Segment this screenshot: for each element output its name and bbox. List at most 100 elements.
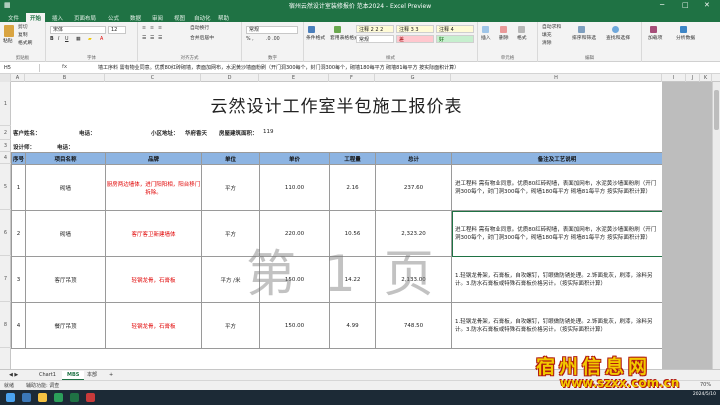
header-no[interactable]: 序号 [11,152,26,165]
cell-desc[interactable]: 进工程料 需有物业同意。优质80红砖砌墙，表面加网布，水泥黄沙墙面粉刷（开门洞3… [451,164,662,211]
app-taskbar-icon[interactable] [86,393,95,402]
header-qty[interactable]: 工程量 [329,152,376,165]
cell-total[interactable]: 237.60 [375,164,452,211]
column-header-f[interactable]: F [329,74,375,82]
align-center-icon[interactable]: ☰ [150,36,154,42]
cell-brand[interactable]: 轻钢龙骨，石膏板 [105,256,202,303]
cell-unit[interactable]: 平方 [201,302,260,349]
analyze-data-button[interactable] [680,26,687,34]
add-sheet-button[interactable]: + [104,371,118,380]
column-header-a[interactable]: A [11,74,25,82]
edge-icon[interactable] [54,393,63,402]
search-icon[interactable] [22,393,31,402]
worksheet[interactable]: 云然设计工作室半包施工报价表 客户姓名： 电话： 小区地址： 华府香天 房屋建筑… [11,82,662,369]
cell-price[interactable]: 110.00 [259,164,330,211]
merge-center-button[interactable]: 合并后居中 [190,36,214,42]
font-color-icon[interactable]: A [100,37,103,43]
cell-unit[interactable]: 平方 /米 [201,256,260,303]
italic-button[interactable]: I [58,37,59,43]
accessibility-status[interactable]: 辅助功能: 调查 [26,382,59,389]
column-header-b[interactable]: B [25,74,105,82]
cell-brand[interactable]: 客厅客卫新建墙体 [105,210,202,257]
cell-name[interactable]: 餐厅吊顶 [25,302,106,349]
address-value[interactable]: 华府香天 [185,129,207,137]
bold-button[interactable]: B [50,37,54,43]
row-header-6[interactable]: 6 [0,210,11,256]
cell-qty[interactable]: 14.22 [329,256,376,303]
fill-color-icon[interactable]: ▰ [88,37,92,43]
cell-name[interactable]: 砌墙 [25,210,106,257]
column-header-e[interactable]: E [259,74,329,82]
vertical-scrollbar[interactable] [712,82,720,369]
cell-name[interactable]: 客厅吊顶 [25,256,106,303]
customer-phone-label[interactable]: 电话： [79,129,96,137]
close-button[interactable]: ✕ [704,1,710,9]
cut-button[interactable]: 剪切 [18,25,28,31]
row-header-1[interactable]: 1 [0,82,11,126]
designer-phone-label[interactable]: 电话： [57,143,74,151]
cell-no[interactable]: 1 [11,164,26,211]
tab-data[interactable]: 数据 [126,13,145,22]
number-format-select[interactable]: 常规 [246,26,298,34]
tab-automate[interactable]: 自动化 [190,13,215,22]
select-all-corner[interactable] [0,74,11,82]
style-good[interactable]: 好 [436,35,474,43]
tab-formulas[interactable]: 公式 [104,13,123,22]
format-painter-button[interactable]: 格式刷 [18,41,32,47]
borders-icon[interactable]: ▦ [76,37,81,43]
header-item[interactable]: 项目名称 [25,152,106,165]
start-icon[interactable] [6,393,15,402]
cell-qty[interactable]: 2.16 [329,164,376,211]
style-bad[interactable]: 差 [396,35,434,43]
header-price[interactable]: 单价 [259,152,330,165]
tab-page-layout[interactable]: 页面布局 [70,13,100,22]
cell-no[interactable]: 4 [11,302,26,349]
style-note-222[interactable]: 注释 2 2 2 [356,25,394,33]
cell-no[interactable]: 3 [11,256,26,303]
cell-total[interactable]: 748.50 [375,302,452,349]
sheet-tab-benbu[interactable]: 本部 [82,371,102,380]
row-header-8[interactable]: 8 [0,302,11,348]
area-value[interactable]: 119 [263,129,274,135]
cell-total[interactable]: 2,323.20 [375,210,452,257]
sort-filter-button[interactable] [578,26,585,34]
cell-price[interactable]: 150.00 [259,302,330,349]
column-header-k[interactable]: K [700,74,712,82]
format-button[interactable] [518,26,525,34]
cell-total[interactable]: 2,133.00 [375,256,452,303]
align-bottom-icon[interactable]: ≡ [158,26,162,32]
row-header-5[interactable]: 5 [0,164,11,210]
cell-brand[interactable]: 轻钢龙骨，石膏板 [105,302,202,349]
cell-name[interactable]: 砌墙 [25,164,106,211]
tab-help[interactable]: 帮助 [214,13,233,22]
cell-unit[interactable]: 平方 [201,210,260,257]
style-note-4[interactable]: 注释 4 [436,25,474,33]
conditional-format-button[interactable] [308,26,315,34]
paste-button[interactable] [4,25,14,37]
cell-unit[interactable]: 平方 [201,164,260,211]
align-left-icon[interactable]: ☰ [142,36,146,42]
tab-insert[interactable]: 插入 [48,13,67,22]
tab-view[interactable]: 视图 [170,13,189,22]
selected-cell-desc[interactable]: 进工程料 需有物业同意。优质80红砖砌墙，表面加网布，水泥黄沙墙面粉刷（开门洞3… [451,210,662,257]
row-header-3[interactable]: 3 [0,140,11,152]
cell-price[interactable]: 150.00 [259,256,330,303]
scrollbar-thumb[interactable] [714,90,719,130]
folder-icon[interactable] [38,393,47,402]
minimize-button[interactable]: ─ [660,1,664,9]
designer-label[interactable]: 设计师： [13,143,35,151]
sheet-nav-icon[interactable]: ◀ ▶ [4,371,23,380]
align-top-icon[interactable]: ≡ [142,26,146,32]
tab-home[interactable]: 开始 [26,13,46,22]
align-right-icon[interactable]: ☰ [158,36,162,42]
cell-qty[interactable]: 4.99 [329,302,376,349]
autosum-button[interactable]: 自动求和 [542,25,561,31]
header-unit[interactable]: 单位 [201,152,260,165]
address-label[interactable]: 小区地址： [151,129,179,137]
wrap-text-button[interactable]: 自动换行 [190,26,209,32]
sheet-tab-chart1[interactable]: Chart1 [34,371,61,380]
underline-button[interactable]: U [65,37,69,43]
row-header-7[interactable]: 7 [0,256,11,302]
column-header-d[interactable]: D [201,74,259,82]
maximize-button[interactable]: □ [682,1,689,9]
